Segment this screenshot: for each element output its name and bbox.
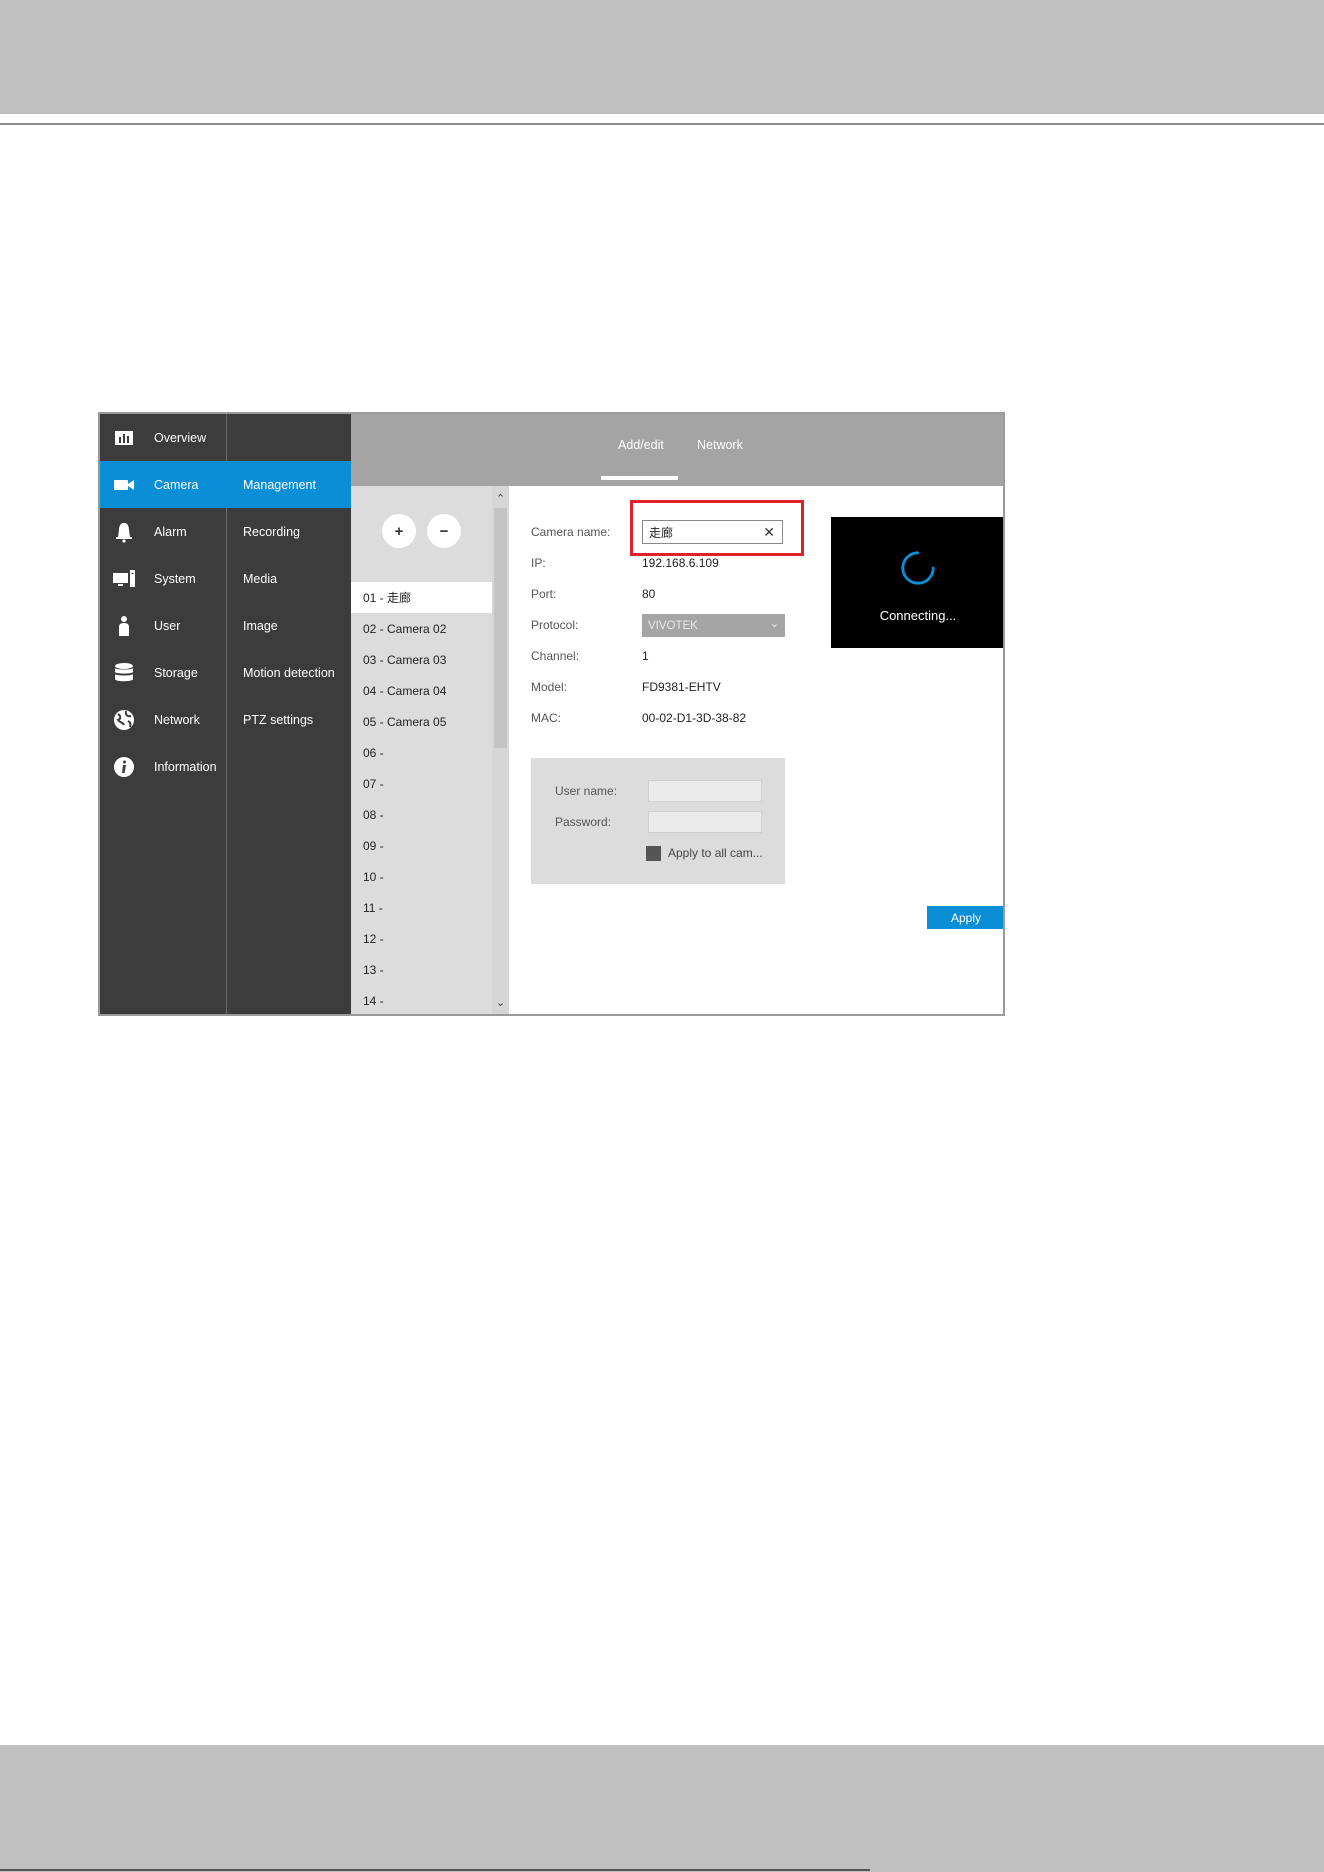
scroll-down-icon[interactable]: ⌄	[494, 996, 507, 1009]
network-globe-icon	[112, 708, 136, 732]
camera-list-row[interactable]: 09 -	[351, 830, 492, 861]
channel-value: 1	[642, 649, 649, 663]
password-input[interactable]	[648, 811, 762, 833]
camera-list-panel: + − 01 - 走廊 02 - Camera 02 03 - Camera 0…	[351, 486, 509, 1014]
scroll-up-icon[interactable]: ⌃	[494, 492, 507, 505]
document-header-rule	[0, 123, 1324, 125]
camera-list-row[interactable]: 04 - Camera 04	[351, 675, 492, 706]
scrollbar-thumb[interactable]	[494, 508, 507, 748]
apply-button[interactable]: Apply	[927, 906, 1003, 929]
camera-list-row-selected[interactable]: 01 - 走廊	[351, 582, 492, 613]
sidebar-item-label: Storage	[154, 665, 198, 680]
document-footer-rule	[0, 1869, 870, 1871]
protocol-selected-value: VIVOTEK	[648, 619, 698, 632]
apply-to-all-checkbox[interactable]	[646, 846, 661, 861]
storage-database-icon	[112, 661, 136, 685]
loading-spinner-icon	[901, 551, 935, 585]
channel-label: Channel:	[531, 649, 580, 663]
camera-name-label: Camera name:	[531, 525, 611, 539]
protocol-label: Protocol:	[531, 618, 579, 632]
protocol-dropdown[interactable]: VIVOTEK ⌄	[642, 614, 785, 637]
sidebar-item-label: Overview	[154, 430, 207, 445]
camera-list-row[interactable]: 13 -	[351, 954, 492, 985]
preview-status-text: Connecting...	[879, 608, 957, 623]
active-tab-indicator	[601, 476, 678, 480]
sidebar-item-system[interactable]: System	[100, 555, 227, 602]
credentials-panel: User name: Password: Apply to all cam...	[531, 758, 785, 884]
camera-list-row[interactable]: 06 -	[351, 737, 492, 768]
camera-list-row[interactable]: 14 -	[351, 985, 492, 1014]
sidebar-item-label: Camera	[154, 477, 199, 492]
sidebar-item-information[interactable]: Information	[100, 743, 227, 790]
username-input[interactable]	[648, 780, 762, 802]
model-value: FD9381-EHTV	[642, 680, 721, 694]
add-camera-button[interactable]: +	[382, 514, 416, 548]
highlight-annotation-box	[630, 500, 804, 556]
sidebar-item-alarm[interactable]: Alarm	[100, 508, 227, 555]
submenu-item-ptz-settings[interactable]: PTZ settings	[227, 696, 351, 743]
chevron-down-icon: ⌄	[769, 618, 779, 630]
apply-to-all-label: Apply to all cam...	[668, 846, 763, 860]
primary-sidebar: Overview Camera Alarm System User Storag…	[100, 414, 227, 1014]
camera-edit-form: Camera name: 走廊 ✕ IP: 192.168.6.109 Port…	[509, 486, 1003, 1014]
camera-list-row[interactable]: 05 - Camera 05	[351, 706, 492, 737]
submenu-item-management[interactable]: Management	[227, 461, 351, 508]
sidebar-item-label: Network	[154, 712, 200, 727]
submenu-item-image[interactable]: Image	[227, 602, 351, 649]
user-icon	[112, 614, 136, 638]
bell-icon	[112, 520, 136, 544]
remove-camera-button[interactable]: −	[427, 514, 461, 548]
port-label: Port:	[531, 587, 557, 601]
document-header-band	[0, 0, 1324, 114]
mac-label: MAC:	[531, 711, 561, 725]
camera-list-row[interactable]: 12 -	[351, 923, 492, 954]
port-value: 80	[642, 587, 656, 601]
sidebar-item-overview[interactable]: Overview	[100, 414, 227, 461]
username-label: User name:	[555, 784, 618, 798]
submenu-item-media[interactable]: Media	[227, 555, 351, 602]
camera-list-row[interactable]: 10 -	[351, 861, 492, 892]
password-label: Password:	[555, 815, 612, 829]
ip-value: 192.168.6.109	[642, 556, 719, 570]
camera-list-row[interactable]: 07 -	[351, 768, 492, 799]
submenu-item-recording[interactable]: Recording	[227, 508, 351, 555]
overview-chart-icon	[112, 426, 136, 450]
camera-preview: Connecting...	[831, 517, 1003, 648]
camera-list-row[interactable]: 02 - Camera 02	[351, 613, 492, 644]
sidebar-item-label: Alarm	[154, 524, 187, 539]
sidebar-item-label: Information	[154, 759, 217, 774]
camera-icon	[112, 473, 136, 497]
sidebar-item-label: System	[154, 571, 196, 586]
secondary-sidebar: Management Recording Media Image Motion …	[227, 414, 351, 1014]
submenu-item-motion-detection[interactable]: Motion detection	[227, 649, 351, 696]
sidebar-item-label: User	[154, 618, 181, 633]
tab-add-edit[interactable]: Add/edit	[618, 438, 664, 452]
document-footer-band	[0, 1745, 1324, 1872]
sidebar-item-network[interactable]: Network	[100, 696, 227, 743]
ip-label: IP:	[531, 556, 546, 570]
camera-list-row[interactable]: 03 - Camera 03	[351, 644, 492, 675]
camera-list-row[interactable]: 11 -	[351, 892, 492, 923]
tab-network[interactable]: Network	[697, 438, 743, 452]
sidebar-item-storage[interactable]: Storage	[100, 649, 227, 696]
sidebar-item-camera[interactable]: Camera	[100, 461, 227, 508]
system-computer-icon	[112, 567, 136, 591]
mac-value: 00-02-D1-3D-38-82	[642, 711, 747, 725]
nvr-camera-management-screenshot: Overview Camera Alarm System User Storag…	[98, 412, 1005, 1016]
model-label: Model:	[531, 680, 568, 694]
camera-list-row[interactable]: 08 -	[351, 799, 492, 830]
camera-list-scrollbar[interactable]: ⌃ ⌄	[492, 486, 509, 1014]
information-icon	[112, 755, 136, 779]
sidebar-item-user[interactable]: User	[100, 602, 227, 649]
tab-bar: Add/edit Network	[351, 414, 1003, 486]
